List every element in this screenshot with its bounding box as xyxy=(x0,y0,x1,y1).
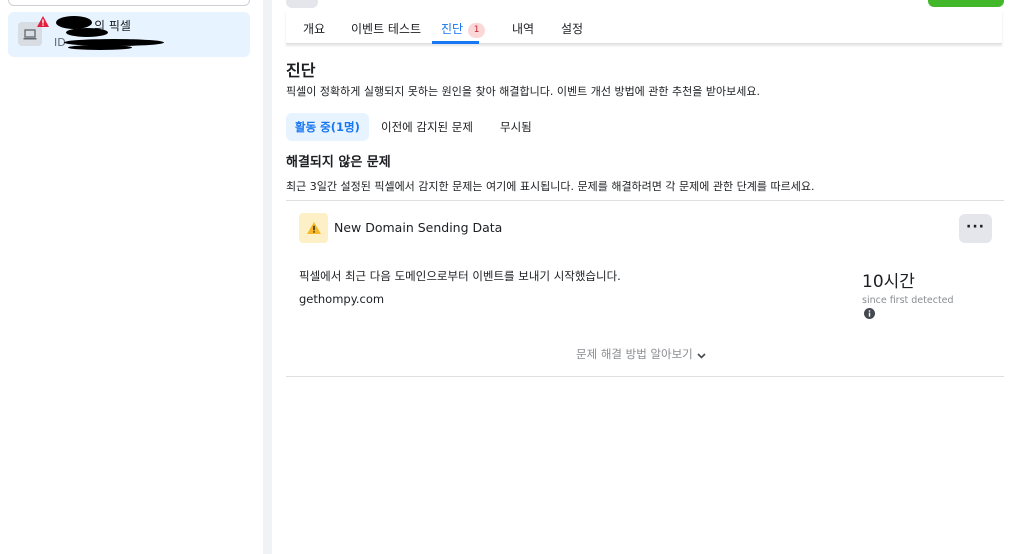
time-since-detected-value: 10시간 xyxy=(862,272,915,292)
page-description: 픽셀이 정확하게 실행되지 못하는 원인을 찾아 해결합니다. 이벤트 개선 방… xyxy=(286,85,760,98)
tab-diagnostics[interactable]: 진단 1 xyxy=(441,20,486,38)
active-tab-indicator xyxy=(432,41,479,44)
redaction-mark xyxy=(66,28,108,37)
tab-settings[interactable]: 설정 xyxy=(561,20,583,37)
chevron-down-icon xyxy=(697,353,706,359)
issue-description: 픽셀에서 최근 다음 도메인으로부터 이벤트를 보내기 시작했습니다. xyxy=(299,269,621,283)
tab-overview[interactable]: 개요 xyxy=(303,20,325,37)
subtab-previously-detected[interactable]: 이전에 감지된 문제 xyxy=(372,113,482,141)
tab-bar: 개요 이벤트 테스트 진단 1 내역 설정 xyxy=(286,10,1002,44)
issue-domain: gethompy.com xyxy=(299,292,385,306)
learn-how-to-fix-label: 문제 해결 방법 알아보기 xyxy=(576,347,693,361)
subtab-ignored[interactable]: 무시됨 xyxy=(491,113,541,141)
more-options-button[interactable]: ··· xyxy=(959,214,992,243)
warning-icon xyxy=(299,213,328,243)
primary-action-button[interactable] xyxy=(928,0,1004,7)
issue-title: New Domain Sending Data xyxy=(334,220,503,235)
sidebar: 의 픽셀 ID xyxy=(0,0,263,554)
divider xyxy=(286,376,1004,377)
time-since-detected-label: since first detected xyxy=(862,295,954,306)
tab-diagnostics-label: 진단 xyxy=(441,22,464,36)
tab-history[interactable]: 내역 xyxy=(512,20,534,37)
redaction-mark xyxy=(68,45,132,50)
subtab-active[interactable]: 활동 중(1명) xyxy=(286,113,369,141)
info-icon[interactable] xyxy=(864,308,875,319)
tab-diagnostics-badge: 1 xyxy=(468,23,486,38)
back-button[interactable] xyxy=(286,0,318,8)
unresolved-issues-description: 최근 3일간 설정된 픽셀에서 감지한 문제는 여기에 표시됩니다. 문제를 해… xyxy=(286,180,815,193)
divider xyxy=(286,200,1004,201)
pixel-list-item[interactable]: 의 픽셀 ID xyxy=(8,12,250,57)
unresolved-issues-heading: 해결되지 않은 문제 xyxy=(286,155,391,170)
main-panel: 개요 이벤트 테스트 진단 1 내역 설정 진단 픽셀이 정확하게 실행되지 못하… xyxy=(272,0,1024,554)
learn-how-to-fix-link[interactable]: 문제 해결 방법 알아보기 xyxy=(576,346,706,362)
page-title: 진단 xyxy=(286,61,316,80)
tab-test-events[interactable]: 이벤트 테스트 xyxy=(351,20,421,37)
pixel-search-input[interactable] xyxy=(8,0,250,6)
error-alert-icon xyxy=(37,16,49,27)
